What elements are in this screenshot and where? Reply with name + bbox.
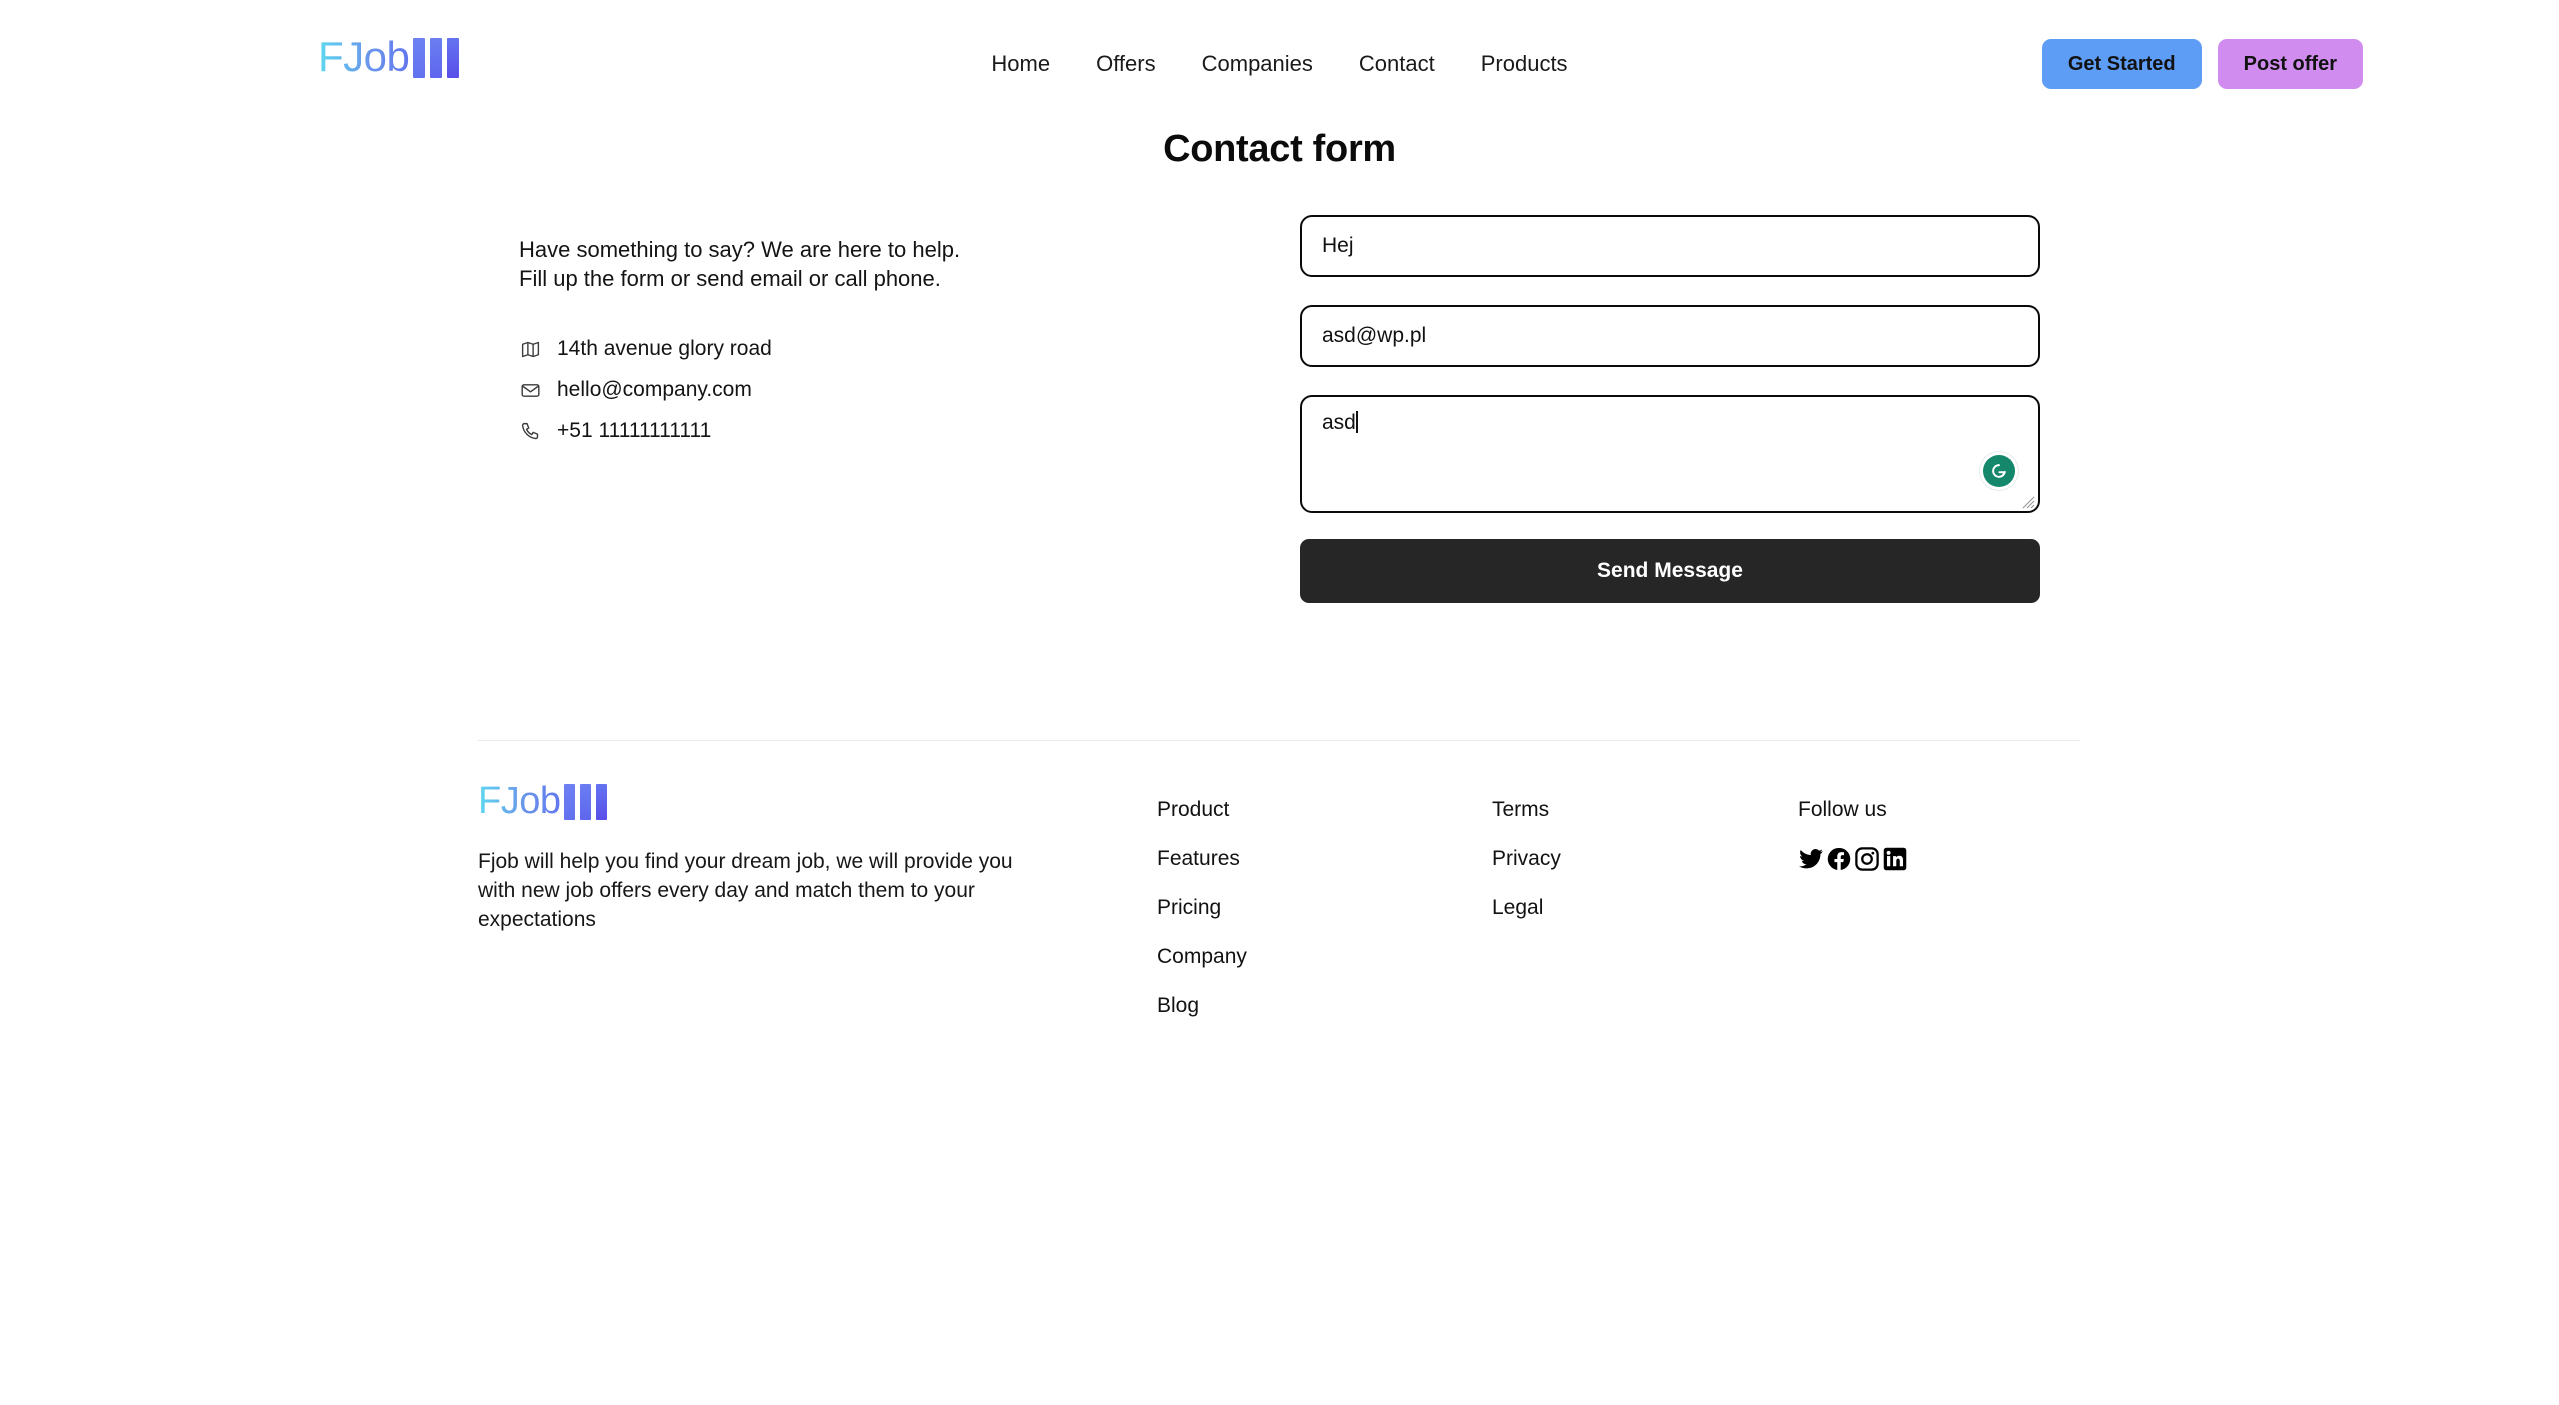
textarea-resize-handle[interactable] [2019, 493, 2035, 509]
contact-email-row: hello@company.com [519, 378, 1039, 402]
contact-phone-text: +51 11111111111 [557, 419, 711, 443]
get-started-button[interactable]: Get Started [2042, 39, 2202, 89]
footer-link-privacy[interactable]: Privacy [1492, 848, 1561, 869]
header-actions: Get Started Post offer [2042, 39, 2363, 89]
footer-link-features[interactable]: Features [1157, 848, 1247, 869]
footer-column-product: Product Features Pricing Company Blog [1157, 799, 1247, 1044]
linkedin-icon[interactable] [1882, 846, 1910, 872]
contact-phone-row: +51 11111111111 [519, 419, 1039, 443]
contact-email-text: hello@company.com [557, 378, 752, 402]
name-input[interactable] [1300, 215, 2040, 277]
footer-column-legal: Terms Privacy Legal [1492, 799, 1561, 946]
header-logo[interactable]: FJob [318, 36, 459, 78]
contact-details-list: 14th avenue glory road hello@company.com… [519, 337, 1039, 443]
nav-item-products[interactable]: Products [1481, 53, 1568, 75]
logo-bars-icon [413, 38, 459, 78]
message-textarea[interactable]: asd [1300, 395, 2040, 513]
text-caret [1356, 411, 1358, 433]
footer-link-legal[interactable]: Legal [1492, 897, 1561, 918]
social-icon-list [1798, 846, 1910, 872]
grammarly-badge-icon[interactable] [1983, 455, 2015, 487]
footer-divider [478, 740, 2080, 741]
nav-item-offers[interactable]: Offers [1096, 53, 1156, 75]
nav-item-companies[interactable]: Companies [1202, 53, 1313, 75]
contact-lead-text: Have something to say? We are here to he… [519, 235, 989, 293]
footer-link-blog[interactable]: Blog [1157, 995, 1247, 1016]
email-input[interactable] [1300, 305, 2040, 367]
nav-item-home[interactable]: Home [991, 53, 1050, 75]
footer-social: Follow us [1798, 799, 1910, 872]
footer-logo-bars-icon [564, 784, 607, 820]
message-text: asd [1322, 411, 1356, 434]
footer-logo[interactable]: FJob [478, 782, 1058, 820]
follow-us-heading: Follow us [1798, 799, 1910, 820]
contact-address-text: 14th avenue glory road [557, 337, 772, 361]
phone-icon [519, 420, 541, 442]
instagram-icon[interactable] [1854, 846, 1882, 872]
map-icon [519, 338, 541, 360]
send-message-button[interactable]: Send Message [1300, 539, 2040, 603]
footer-link-company[interactable]: Company [1157, 946, 1247, 967]
message-field-wrapper: asd [1300, 395, 2040, 513]
nav-item-contact[interactable]: Contact [1359, 53, 1435, 75]
footer-brand: FJob Fjob will help you find your dream … [478, 782, 1058, 935]
footer-link-product[interactable]: Product [1157, 799, 1247, 820]
twitter-icon[interactable] [1798, 846, 1826, 872]
contact-form: asd Send Message [1300, 215, 2040, 603]
site-header: FJob Home Offers Companies Contact Produ… [0, 0, 2559, 128]
contact-info: Have something to say? We are here to he… [519, 235, 1039, 443]
footer-description: Fjob will help you find your dream job, … [478, 848, 1040, 935]
logo-wordmark: FJob [318, 36, 409, 78]
facebook-icon[interactable] [1826, 846, 1854, 872]
envelope-icon [519, 379, 541, 401]
footer-link-terms[interactable]: Terms [1492, 799, 1561, 820]
footer-link-pricing[interactable]: Pricing [1157, 897, 1247, 918]
contact-address-row: 14th avenue glory road [519, 337, 1039, 361]
page-title: Contact form [0, 128, 2559, 171]
contact-page: FJob Home Offers Companies Contact Produ… [0, 0, 2559, 1405]
post-offer-button[interactable]: Post offer [2218, 39, 2363, 89]
footer-logo-wordmark: FJob [478, 782, 560, 820]
